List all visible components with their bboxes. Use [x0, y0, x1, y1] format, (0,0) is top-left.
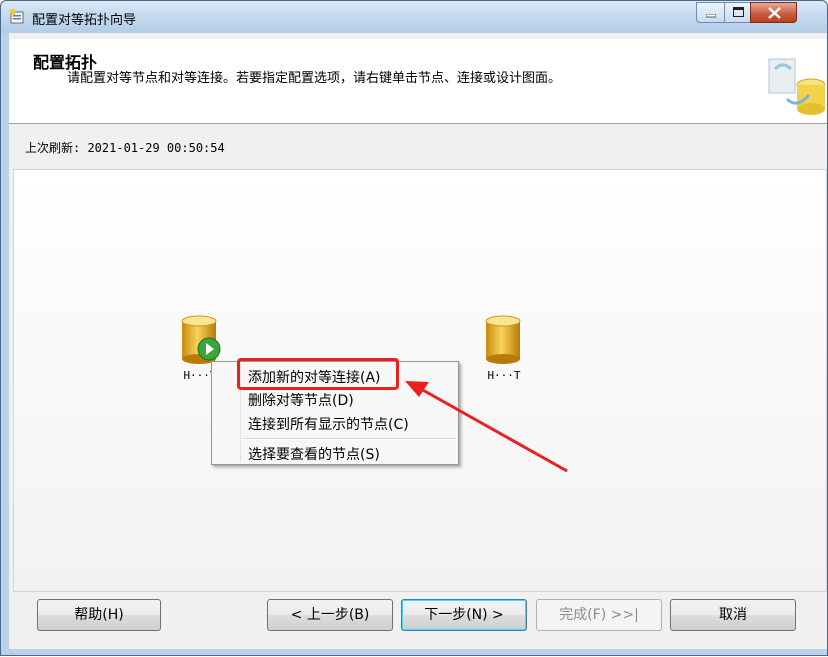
wizard-body: 配置拓扑 请配置对等节点和对等连接。若要指定配置选项，请右键单击节点、连接或设计…	[9, 33, 827, 649]
menu-item-select-nodes[interactable]: 选择要查看的节点(S)	[248, 444, 380, 464]
wizard-header: 配置拓扑 请配置对等节点和对等连接。若要指定配置选项，请右键单击节点、连接或设计…	[9, 39, 827, 124]
last-refresh-text: 上次刷新: 2021-01-29 00:50:54	[25, 141, 225, 155]
finish-button[interactable]: 完成(F) >>|	[536, 599, 662, 631]
minimize-button[interactable]	[696, 2, 725, 23]
maximize-button[interactable]	[724, 2, 751, 23]
menu-separator	[242, 438, 456, 440]
menu-item-connect-all-nodes[interactable]: 连接到所有显示的节点(C)	[248, 414, 409, 434]
peer-node[interactable]: H···T	[482, 313, 526, 382]
wizard-window: 配置对等拓扑向导 配置拓扑 请配置对等节点和对等连接。若要指定配置选项，请右键单…	[0, 0, 828, 656]
minimize-icon	[706, 14, 716, 18]
cancel-button[interactable]: 取消	[670, 599, 796, 631]
menu-item-delete-peer-node[interactable]: 删除对等节点(D)	[248, 390, 354, 410]
close-icon	[768, 7, 781, 19]
play-status-icon	[197, 337, 221, 361]
window-title: 配置对等拓扑向导	[32, 13, 137, 28]
title-bar[interactable]: 配置对等拓扑向导	[1, 1, 827, 33]
annotation-highlight-box	[237, 358, 399, 390]
page-subtitle: 请配置对等节点和对等连接。若要指定配置选项，请右键单击节点、连接或设计图面。	[67, 71, 562, 86]
help-button[interactable]: 帮助(H)	[37, 599, 161, 631]
replication-database-icon	[768, 58, 825, 115]
wizard-app-icon	[10, 9, 24, 24]
database-icon	[485, 315, 521, 364]
maximize-icon	[733, 7, 744, 17]
close-button[interactable]	[750, 2, 797, 23]
back-button[interactable]: < 上一步(B)	[267, 599, 393, 631]
next-button[interactable]: 下一步(N) >	[401, 599, 527, 631]
node-label: H···T	[487, 369, 521, 382]
